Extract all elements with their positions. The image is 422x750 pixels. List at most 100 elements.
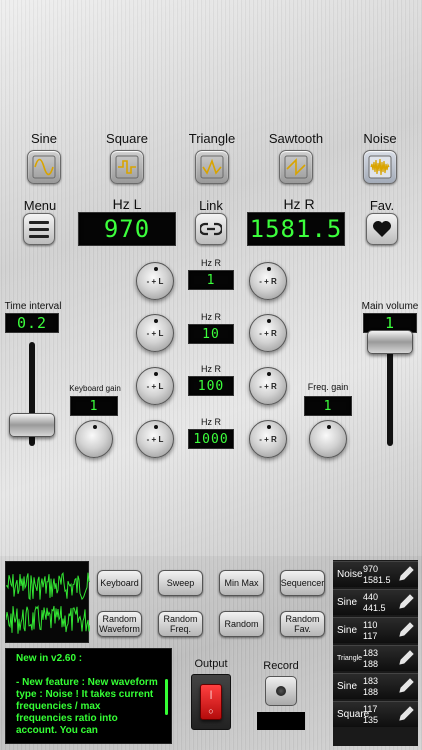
time-interval-slider-thumb[interactable] xyxy=(9,413,55,437)
oscilloscope-wave xyxy=(5,572,91,634)
freq-gain-display: 1 xyxy=(304,396,352,416)
menu-button[interactable] xyxy=(23,213,55,245)
sawtooth-button[interactable] xyxy=(279,150,313,184)
sweep-button[interactable]: Sweep xyxy=(158,570,203,596)
sine-wave-icon xyxy=(32,155,56,179)
step-knob-l-1[interactable]: - + L xyxy=(136,262,174,300)
menu-label: Menu xyxy=(23,198,57,213)
waveform-label-square: Square xyxy=(106,131,148,146)
favorite-row[interactable]: Square 117 135 xyxy=(333,701,418,727)
main-volume-track[interactable] xyxy=(387,342,393,446)
favorite-frequencies: 183 188 xyxy=(363,648,378,670)
random-fav-button[interactable]: Random Fav. xyxy=(280,611,325,637)
waveform-label-sawtooth: Sawtooth xyxy=(268,131,324,146)
waveform-label-sine: Sine xyxy=(30,131,58,146)
random-button[interactable]: Random xyxy=(219,611,264,637)
output-switch[interactable]: | ○ xyxy=(191,674,231,730)
step-knob-l-100[interactable]: - + L xyxy=(136,367,174,405)
favorite-frequencies: 440 441.5 xyxy=(363,592,386,614)
step-knob-l-10[interactable]: - + L xyxy=(136,314,174,352)
edit-pencil-icon[interactable] xyxy=(396,592,416,612)
menu-icon xyxy=(29,220,49,224)
random-freq-button[interactable]: Random Freq. xyxy=(158,611,203,637)
favorite-hz-r: 188 xyxy=(363,659,379,669)
main-volume-slider-thumb[interactable] xyxy=(367,330,413,354)
waveform-label-noise: Noise xyxy=(363,131,397,146)
square-wave-icon xyxy=(115,155,139,179)
favorite-hz-r: 1581.5 xyxy=(363,575,391,585)
favorite-row[interactable]: Sine 110 117 xyxy=(333,617,418,643)
favorite-hz-l: 117 xyxy=(363,704,378,714)
link-icon xyxy=(200,222,222,236)
favorite-frequencies: 183 188 xyxy=(363,676,378,698)
sequencer-button[interactable]: Sequencer xyxy=(280,570,325,596)
fav-button[interactable] xyxy=(366,213,398,245)
triangle-wave-icon xyxy=(200,155,224,179)
output-label: Output xyxy=(194,658,228,670)
favorite-hz-l: 183 xyxy=(363,648,379,658)
favorite-waveform: Triangle xyxy=(337,655,363,662)
step-display-1: 1 xyxy=(188,270,234,290)
record-label: Record xyxy=(263,660,299,672)
edit-pencil-icon[interactable] xyxy=(396,648,416,668)
favorite-waveform: Noise xyxy=(337,569,363,580)
step-knob-r-1000[interactable]: - + R xyxy=(249,420,287,458)
keyboard-button[interactable]: Keyboard xyxy=(97,570,142,596)
news-title: New in v2.60 : xyxy=(16,653,83,664)
favorite-hz-l: 440 xyxy=(363,592,379,602)
hz-l-display[interactable]: 970 xyxy=(78,212,176,246)
favorite-frequencies: 117 135 xyxy=(363,704,378,726)
noise-wave-icon xyxy=(368,155,392,179)
edit-pencil-icon[interactable] xyxy=(396,676,416,696)
hz-r-display[interactable]: 1581.5 xyxy=(247,212,345,246)
min-max-button[interactable]: Min Max xyxy=(219,570,264,596)
keyboard-gain-label: Keyboard gain xyxy=(69,384,121,393)
waveform-label-triangle: Triangle xyxy=(188,131,236,146)
step-label-1: Hz R xyxy=(201,258,221,268)
step-knob-r-10[interactable]: - + R xyxy=(249,314,287,352)
news-body: - New feature : New waveform type : Nois… xyxy=(16,677,158,736)
link-button[interactable] xyxy=(195,213,227,245)
favorite-frequencies: 110 117 xyxy=(363,620,377,642)
main-volume-label: Main volume xyxy=(361,301,419,312)
triangle-button[interactable] xyxy=(195,150,229,184)
news-panel[interactable]: New in v2.60 : - New feature : New wavef… xyxy=(5,648,172,744)
favorite-hz-l: 183 xyxy=(363,676,379,686)
freq-gain-knob[interactable] xyxy=(309,420,347,458)
random-waveform-button[interactable]: Random Waveform xyxy=(97,611,142,637)
link-label: Link xyxy=(199,198,223,213)
record-icon xyxy=(276,686,286,696)
hz-l-label: Hz L xyxy=(112,196,142,212)
square-button[interactable] xyxy=(110,150,144,184)
hz-r-label: Hz R xyxy=(283,196,315,212)
freq-gain-label: Freq. gain xyxy=(307,382,349,392)
favorite-hz-r: 117 xyxy=(363,631,378,641)
edit-pencil-icon[interactable] xyxy=(396,564,416,584)
step-knob-r-1[interactable]: - + R xyxy=(249,262,287,300)
step-display-1000: 1000 xyxy=(188,429,234,449)
favorite-frequencies: 970 1581.5 xyxy=(363,564,391,586)
noise-button[interactable] xyxy=(363,150,397,184)
sawtooth-wave-icon xyxy=(284,155,308,179)
favorite-hz-r: 441.5 xyxy=(363,603,386,613)
keyboard-gain-knob[interactable] xyxy=(75,420,113,458)
favorite-hz-l: 110 xyxy=(363,620,378,630)
news-scrollbar[interactable] xyxy=(165,679,168,715)
power-toggle-icon: | ○ xyxy=(200,684,222,720)
sine-button[interactable] xyxy=(27,150,61,184)
favorite-row[interactable]: Noise 970 1581.5 xyxy=(333,561,418,587)
fav-label: Fav. xyxy=(369,198,395,213)
step-display-10: 10 xyxy=(188,324,234,344)
edit-pencil-icon[interactable] xyxy=(396,620,416,640)
step-knob-l-1000[interactable]: - + L xyxy=(136,420,174,458)
favorite-row[interactable]: Triangle 183 188 xyxy=(333,645,418,671)
favorite-waveform: Sine xyxy=(337,681,358,692)
step-label-1000: Hz R xyxy=(201,417,221,427)
edit-pencil-icon[interactable] xyxy=(396,704,416,724)
keyboard-gain-display: 1 xyxy=(70,396,118,416)
favorite-row[interactable]: Sine 440 441.5 xyxy=(333,589,418,615)
record-button[interactable] xyxy=(265,676,297,706)
favorite-row[interactable]: Sine 183 188 xyxy=(333,673,418,699)
step-display-100: 100 xyxy=(188,376,234,396)
step-knob-r-100[interactable]: - + R xyxy=(249,367,287,405)
